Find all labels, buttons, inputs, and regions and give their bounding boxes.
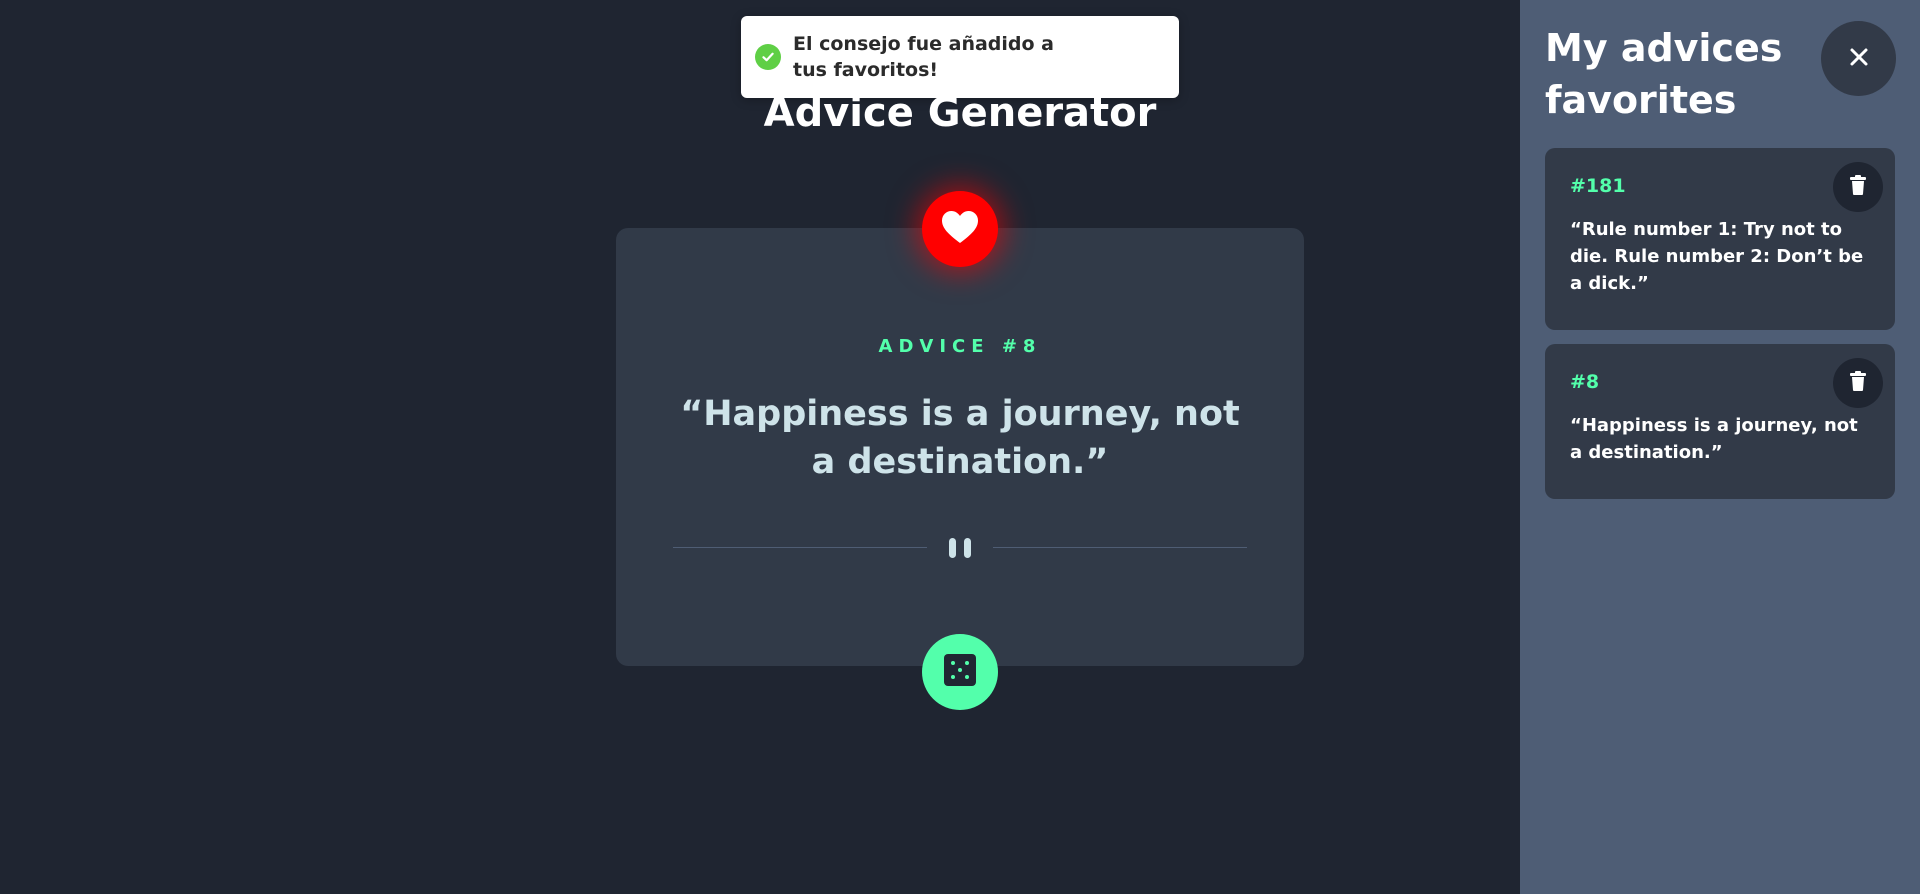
close-icon	[1849, 47, 1869, 71]
trash-icon	[1850, 175, 1866, 199]
delete-favorite-button[interactable]	[1833, 358, 1883, 408]
delete-favorite-button[interactable]	[1833, 162, 1883, 212]
check-circle-icon	[755, 44, 781, 70]
favorite-text: “Happiness is a journey, not a destinati…	[1570, 415, 1858, 463]
trash-icon	[1850, 371, 1866, 395]
advice-quote: “Happiness is a journey, not a destinati…	[680, 394, 1240, 482]
favorite-card: #181 “Rule number 1: Try not to die. Rul…	[1545, 148, 1895, 330]
favorite-button[interactable]	[922, 191, 998, 267]
advice-id: ADVICE #8	[878, 336, 1042, 357]
heart-icon	[940, 209, 980, 249]
sidebar-title: My advices favorites	[1545, 26, 1783, 122]
favorites-sidebar: My advices favorites #181 “Rule number 1…	[1520, 0, 1920, 894]
generate-advice-button[interactable]	[922, 634, 998, 710]
divider-line-right	[993, 547, 1247, 548]
page-title: Advice Generator	[763, 90, 1157, 136]
favorite-text: “Rule number 1: Try not to die. Rule num…	[1570, 219, 1864, 294]
favorite-id: #181	[1570, 175, 1626, 197]
favorite-id: #8	[1570, 371, 1600, 393]
dice-icon	[944, 654, 976, 690]
favorite-card: #8 “Happiness is a journey, not a destin…	[1545, 344, 1895, 499]
close-sidebar-button[interactable]	[1821, 21, 1896, 96]
pattern-divider	[673, 536, 1247, 560]
divider-line-left	[673, 547, 927, 548]
toast-message: El consejo fue añadido a tus favoritos!	[793, 33, 1054, 81]
pause-icon	[945, 536, 975, 564]
